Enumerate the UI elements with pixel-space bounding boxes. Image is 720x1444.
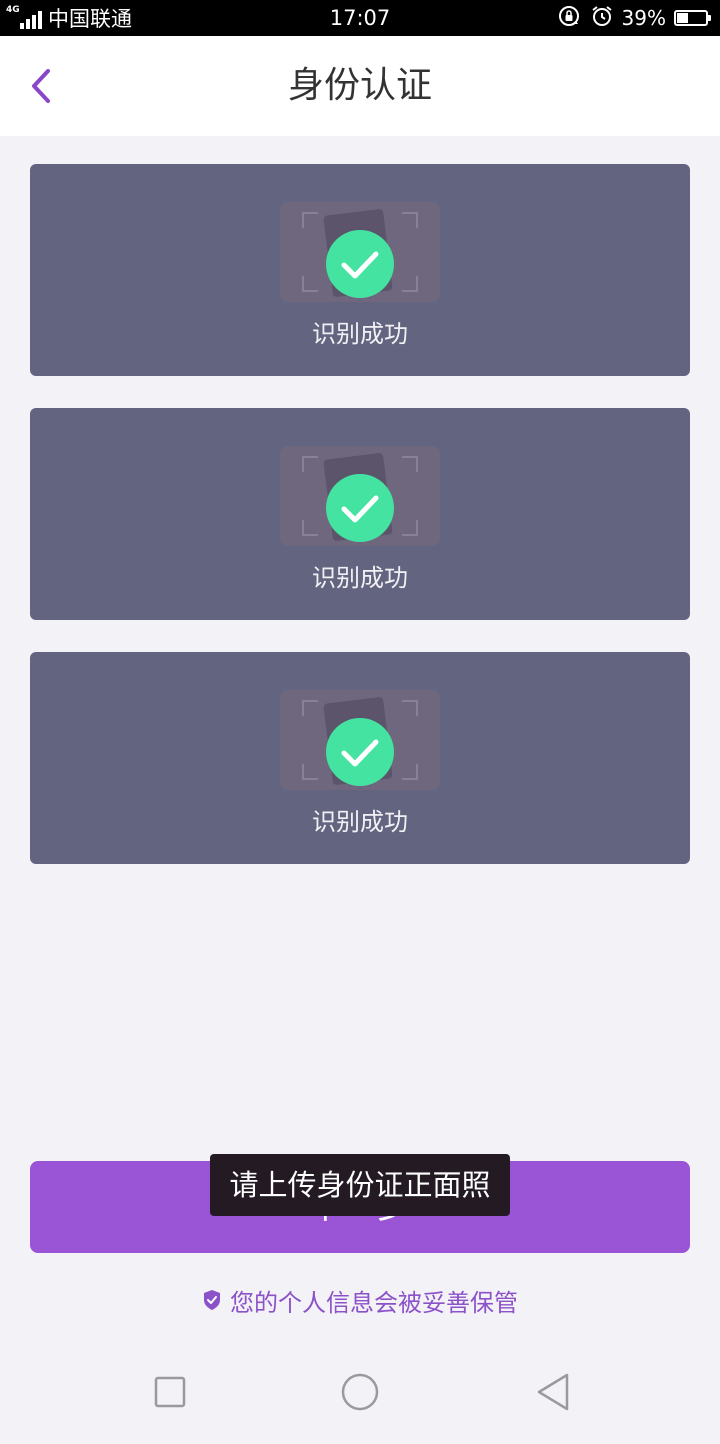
battery-icon: [674, 10, 711, 26]
alarm-icon: [590, 4, 614, 33]
recognition-status: 识别成功: [312, 808, 408, 836]
home-icon: [341, 1373, 379, 1411]
recognition-status: 识别成功: [312, 564, 408, 592]
status-bar: 4G 中国联通 17:07 39%: [0, 0, 720, 36]
id-card-upload-1[interactable]: 识别成功: [30, 164, 690, 376]
check-circle-icon: [326, 718, 394, 786]
privacy-text: 您的个人信息会被妥善保管: [230, 1288, 518, 1317]
back-button[interactable]: [22, 66, 62, 106]
check-circle-icon: [326, 474, 394, 542]
system-nav-bar: [0, 1340, 720, 1440]
battery-percent: 39%: [621, 6, 666, 30]
app-header: 身份认证: [0, 36, 720, 136]
id-card-upload-3[interactable]: 识别成功: [30, 652, 690, 864]
toast-message: 请上传身份证正面照: [210, 1154, 510, 1216]
page-title: 身份认证: [287, 65, 432, 106]
check-circle-icon: [326, 230, 394, 298]
chevron-left-icon: [32, 69, 50, 103]
privacy-note: 您的个人信息会被妥善保管: [0, 1280, 720, 1320]
nav-back-button[interactable]: [503, 1340, 603, 1440]
home-button[interactable]: [310, 1340, 410, 1440]
recent-apps-button[interactable]: [120, 1340, 220, 1440]
back-icon: [537, 1373, 569, 1411]
id-card-upload-2[interactable]: 识别成功: [30, 408, 690, 620]
recent-apps-icon: [154, 1376, 186, 1408]
rotation-lock-icon: [558, 4, 582, 33]
shield-check-icon: [204, 1290, 220, 1310]
recognition-status: 识别成功: [312, 320, 408, 348]
status-right: 39%: [558, 0, 711, 36]
